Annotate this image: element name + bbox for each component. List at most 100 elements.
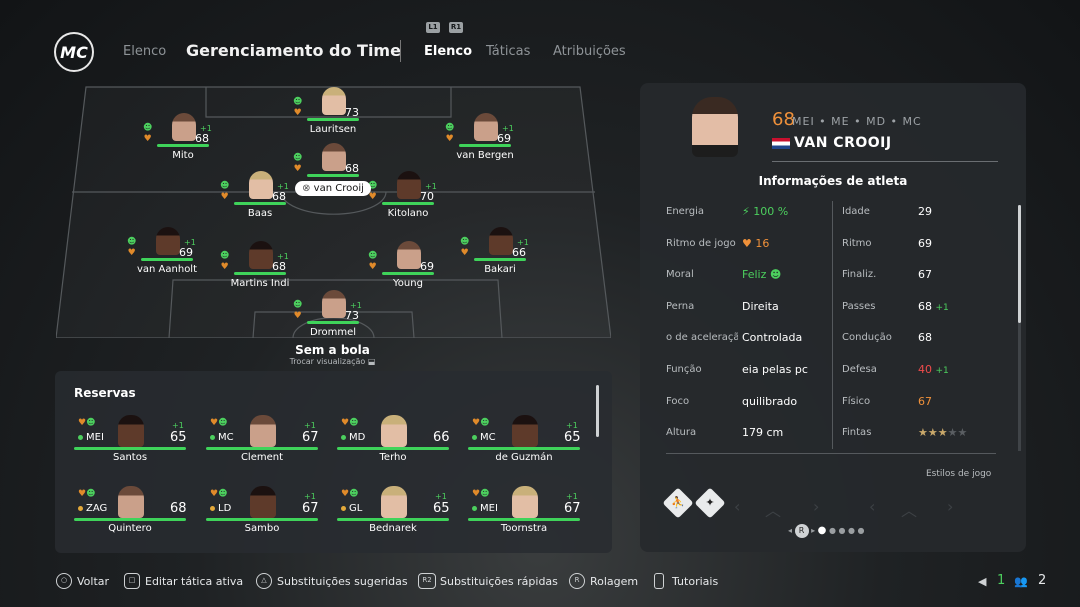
reserve-card[interactable]: ♥☻ LD +1 67 Sambo [206,486,319,544]
player-fitness-bar [234,272,286,275]
boost-badge: +1 [304,492,316,501]
player-fitness-bar [468,518,580,521]
stat-label: Energia [666,206,704,217]
close-icon[interactable]: ⊗ [302,183,310,194]
stat-value: Feliz ☻ [742,268,782,282]
reserve-card[interactable]: ♥☻ MEI +1 67 Toornstra [468,486,581,544]
morale-icon: ♥☻ [78,418,96,428]
fitness-icon: ♥ [472,418,481,428]
morale-icon: ☻ ♥ [293,97,303,118]
footer-substituicoes-rapidas[interactable]: Substituições rápidas [440,575,558,588]
footer-voltar[interactable]: Voltar [77,575,109,588]
stat-label: Idade [842,206,870,217]
count-b: 2 [1038,573,1047,588]
selected-player-chip[interactable]: ⊗ van Crooij [295,181,371,196]
toggle-view-hint[interactable]: Trocar visualização ⬓ [240,357,425,366]
reserve-card[interactable]: ♥☻ MC +1 67 Clement [206,415,319,473]
position-label: MC [210,432,234,443]
stat-value: quilibrado [742,394,798,408]
tab-taticas[interactable]: Táticas [486,44,530,59]
footer-tutoriais[interactable]: Tutoriais [672,575,718,588]
stats-scrollbar[interactable] [1018,205,1021,451]
page-indicator[interactable]: ◂ R ▸ ● ● ● ● ● [788,524,865,538]
fitness-icon: ♥ [143,134,152,144]
reserve-card[interactable]: ♥☻ MD 66 Terho [337,415,450,473]
player-positions: MEI • ME • MD • MC [792,115,922,128]
player-name: Terho [379,452,407,463]
fitness-icon: ♥ [445,134,454,144]
boost-badge: +1 [935,302,949,313]
player-fitness-bar [337,447,449,450]
fitness-icon: ♥ [368,262,377,272]
morale-icon: ☻ ♥ [220,251,230,272]
reserve-card[interactable]: ♥☻ MC +1 65 de Guzmán [468,415,581,473]
player-avatar [381,415,407,447]
morale-icon: ♥☻ [472,418,490,428]
fitness-icon: ♥ [220,262,229,272]
reserve-card[interactable]: ♥☻ ZAG 68 Quintero [74,486,187,544]
player-fitness-bar [206,447,318,450]
morale-icon: ☻ ♥ [293,153,303,174]
boost-badge: +1 [304,421,316,430]
player-fitness-bar [307,321,359,324]
player-fitness-bar [474,258,526,261]
player-fitness-bar [382,272,434,275]
player-fitness-bar [382,202,434,205]
player-fitness-bar [459,144,511,147]
filled-stars: ★★★ [918,426,948,440]
position-label: MEI [472,503,498,514]
player-name: VAN CROOIJ [794,135,892,151]
player-avatar [322,290,346,318]
users-icon: 👥 [1014,575,1028,588]
fitness-icon: ♥ [220,192,229,202]
reserve-card[interactable]: ♥☻ MEI +1 65 Santos [74,415,187,473]
stat-label: Ritmo de jogo [666,237,736,249]
player-name: Baas [247,208,273,219]
player-avatar [397,241,421,269]
morale-icon: ♥☻ [341,418,359,428]
athlete-info-panel: 68 MEI • ME • MD • MC VAN CROOIJ Informa… [640,83,1026,552]
player-fitness-bar [307,118,359,121]
dribble-icon: ✦ [705,496,715,509]
mc-logo: MC [54,32,94,72]
player-name: Young [393,278,423,289]
fitness-icon: ♥ [293,164,302,174]
stat-label: Finaliz. [842,269,877,281]
nav-back-elenco[interactable]: Elenco [123,44,166,59]
position-label: MC [472,432,496,443]
player-name: Clement [240,452,284,463]
stat-label: Foco [666,395,690,407]
stat-label: Altura [666,427,697,439]
reserve-card[interactable]: ♥☻ GL +1 65 Bednarek [337,486,450,544]
r-stick-icon: R [569,573,585,589]
empty-playstyle-icon: ‹ [734,497,741,516]
playstyle-slot-1[interactable]: ⛹ [662,487,694,519]
morale-icon: ☻ ♥ [293,300,303,321]
player-name: van Aanholt [136,264,198,275]
player-fitness-bar [74,518,186,521]
player-overall: 67 [564,501,581,516]
stat-value: 69 [918,236,932,250]
empty-playstyle-icon: ︿ [765,501,782,520]
player-avatar [249,171,273,199]
morale-icon: ☻ ♥ [445,123,455,144]
square-button-icon: □ [124,573,140,589]
boost-badge: +1 [435,492,447,501]
footer-substituicoes-sugeridas[interactable]: Substituições sugeridas [277,575,408,588]
fitness-icon: ♥ [341,418,350,428]
tab-elenco[interactable]: Elenco [424,44,472,59]
fitness-icon: ♥ [127,248,136,258]
position-label: GL [341,503,362,514]
netherlands-flag-icon [772,138,790,149]
reserves-scrollbar[interactable] [596,385,599,437]
player-overall: 65 [433,501,450,516]
footer-rolagem[interactable]: Rolagem [590,575,638,588]
player-name: Santos [112,452,148,463]
fitness-icon: ♥ [78,489,87,499]
footer-editar-tatica[interactable]: Editar tática ativa [145,575,243,588]
tab-atribuicoes[interactable]: Atribuições [553,44,626,59]
player-fitness-bar [468,447,580,450]
player-name: Quintero [108,523,152,534]
playstyle-slot-2[interactable]: ✦ [694,487,726,519]
player-avatar [118,415,144,447]
